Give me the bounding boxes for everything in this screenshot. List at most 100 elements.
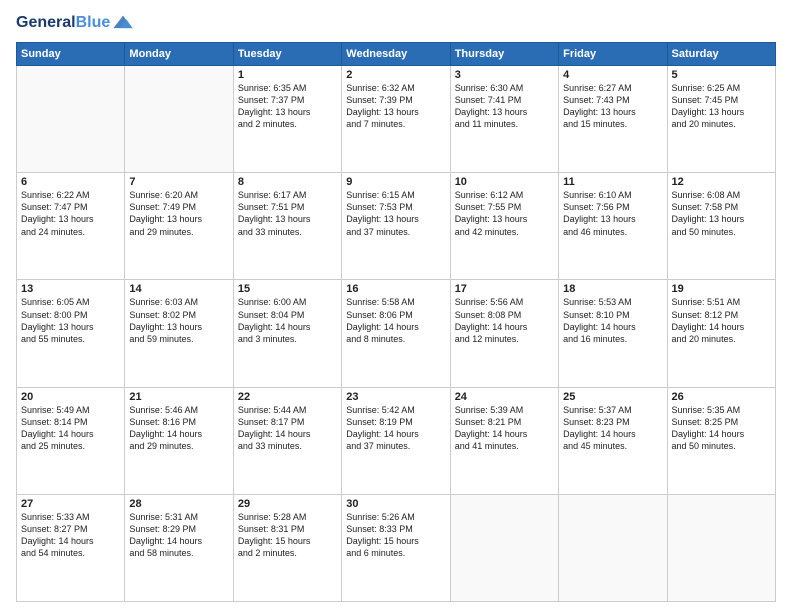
calendar-cell: 13Sunrise: 6:05 AM Sunset: 8:00 PM Dayli… xyxy=(17,280,125,387)
logo: GeneralBlue xyxy=(16,12,134,34)
day-number: 12 xyxy=(672,176,771,188)
calendar-cell: 25Sunrise: 5:37 AM Sunset: 8:23 PM Dayli… xyxy=(559,387,667,494)
day-number: 25 xyxy=(563,391,662,403)
calendar-week-row: 20Sunrise: 5:49 AM Sunset: 8:14 PM Dayli… xyxy=(17,387,776,494)
calendar-cell: 10Sunrise: 6:12 AM Sunset: 7:55 PM Dayli… xyxy=(450,173,558,280)
calendar-week-row: 6Sunrise: 6:22 AM Sunset: 7:47 PM Daylig… xyxy=(17,173,776,280)
calendar-cell: 4Sunrise: 6:27 AM Sunset: 7:43 PM Daylig… xyxy=(559,66,667,173)
calendar-cell xyxy=(450,494,558,601)
calendar-cell: 21Sunrise: 5:46 AM Sunset: 8:16 PM Dayli… xyxy=(125,387,233,494)
calendar-cell: 8Sunrise: 6:17 AM Sunset: 7:51 PM Daylig… xyxy=(233,173,341,280)
day-number: 2 xyxy=(346,69,445,81)
calendar-cell: 6Sunrise: 6:22 AM Sunset: 7:47 PM Daylig… xyxy=(17,173,125,280)
day-info: Sunrise: 6:30 AM Sunset: 7:41 PM Dayligh… xyxy=(455,82,554,131)
day-info: Sunrise: 6:25 AM Sunset: 7:45 PM Dayligh… xyxy=(672,82,771,131)
col-header-thursday: Thursday xyxy=(450,43,558,66)
day-number: 24 xyxy=(455,391,554,403)
calendar-cell xyxy=(559,494,667,601)
logo-text: GeneralBlue xyxy=(16,14,110,32)
calendar-cell: 30Sunrise: 5:26 AM Sunset: 8:33 PM Dayli… xyxy=(342,494,450,601)
day-number: 15 xyxy=(238,283,337,295)
calendar-cell: 22Sunrise: 5:44 AM Sunset: 8:17 PM Dayli… xyxy=(233,387,341,494)
day-info: Sunrise: 5:56 AM Sunset: 8:08 PM Dayligh… xyxy=(455,296,554,345)
calendar-cell: 19Sunrise: 5:51 AM Sunset: 8:12 PM Dayli… xyxy=(667,280,775,387)
col-header-saturday: Saturday xyxy=(667,43,775,66)
calendar-cell: 9Sunrise: 6:15 AM Sunset: 7:53 PM Daylig… xyxy=(342,173,450,280)
day-number: 28 xyxy=(129,498,228,510)
day-info: Sunrise: 5:26 AM Sunset: 8:33 PM Dayligh… xyxy=(346,511,445,560)
day-info: Sunrise: 6:35 AM Sunset: 7:37 PM Dayligh… xyxy=(238,82,337,131)
calendar-cell: 18Sunrise: 5:53 AM Sunset: 8:10 PM Dayli… xyxy=(559,280,667,387)
calendar-cell: 1Sunrise: 6:35 AM Sunset: 7:37 PM Daylig… xyxy=(233,66,341,173)
col-header-wednesday: Wednesday xyxy=(342,43,450,66)
day-info: Sunrise: 6:17 AM Sunset: 7:51 PM Dayligh… xyxy=(238,189,337,238)
calendar-week-row: 27Sunrise: 5:33 AM Sunset: 8:27 PM Dayli… xyxy=(17,494,776,601)
day-number: 27 xyxy=(21,498,120,510)
calendar-cell: 3Sunrise: 6:30 AM Sunset: 7:41 PM Daylig… xyxy=(450,66,558,173)
header: GeneralBlue xyxy=(16,12,776,34)
calendar-cell: 23Sunrise: 5:42 AM Sunset: 8:19 PM Dayli… xyxy=(342,387,450,494)
col-header-monday: Monday xyxy=(125,43,233,66)
day-info: Sunrise: 5:53 AM Sunset: 8:10 PM Dayligh… xyxy=(563,296,662,345)
day-info: Sunrise: 6:15 AM Sunset: 7:53 PM Dayligh… xyxy=(346,189,445,238)
day-number: 30 xyxy=(346,498,445,510)
day-info: Sunrise: 6:32 AM Sunset: 7:39 PM Dayligh… xyxy=(346,82,445,131)
day-number: 8 xyxy=(238,176,337,188)
day-info: Sunrise: 5:31 AM Sunset: 8:29 PM Dayligh… xyxy=(129,511,228,560)
calendar-cell: 16Sunrise: 5:58 AM Sunset: 8:06 PM Dayli… xyxy=(342,280,450,387)
calendar-cell: 11Sunrise: 6:10 AM Sunset: 7:56 PM Dayli… xyxy=(559,173,667,280)
calendar-cell: 5Sunrise: 6:25 AM Sunset: 7:45 PM Daylig… xyxy=(667,66,775,173)
day-number: 13 xyxy=(21,283,120,295)
day-info: Sunrise: 6:05 AM Sunset: 8:00 PM Dayligh… xyxy=(21,296,120,345)
calendar-cell: 14Sunrise: 6:03 AM Sunset: 8:02 PM Dayli… xyxy=(125,280,233,387)
day-info: Sunrise: 6:00 AM Sunset: 8:04 PM Dayligh… xyxy=(238,296,337,345)
calendar-cell xyxy=(17,66,125,173)
day-number: 26 xyxy=(672,391,771,403)
day-info: Sunrise: 5:35 AM Sunset: 8:25 PM Dayligh… xyxy=(672,404,771,453)
calendar-table: SundayMondayTuesdayWednesdayThursdayFrid… xyxy=(16,42,776,602)
day-info: Sunrise: 5:44 AM Sunset: 8:17 PM Dayligh… xyxy=(238,404,337,453)
col-header-tuesday: Tuesday xyxy=(233,43,341,66)
day-number: 17 xyxy=(455,283,554,295)
day-number: 11 xyxy=(563,176,662,188)
calendar-week-row: 13Sunrise: 6:05 AM Sunset: 8:00 PM Dayli… xyxy=(17,280,776,387)
day-number: 22 xyxy=(238,391,337,403)
day-info: Sunrise: 5:39 AM Sunset: 8:21 PM Dayligh… xyxy=(455,404,554,453)
day-info: Sunrise: 6:03 AM Sunset: 8:02 PM Dayligh… xyxy=(129,296,228,345)
calendar-header-row: SundayMondayTuesdayWednesdayThursdayFrid… xyxy=(17,43,776,66)
day-number: 10 xyxy=(455,176,554,188)
day-info: Sunrise: 5:46 AM Sunset: 8:16 PM Dayligh… xyxy=(129,404,228,453)
day-number: 29 xyxy=(238,498,337,510)
day-info: Sunrise: 6:20 AM Sunset: 7:49 PM Dayligh… xyxy=(129,189,228,238)
day-info: Sunrise: 5:58 AM Sunset: 8:06 PM Dayligh… xyxy=(346,296,445,345)
day-number: 23 xyxy=(346,391,445,403)
day-info: Sunrise: 6:08 AM Sunset: 7:58 PM Dayligh… xyxy=(672,189,771,238)
day-info: Sunrise: 6:12 AM Sunset: 7:55 PM Dayligh… xyxy=(455,189,554,238)
day-number: 16 xyxy=(346,283,445,295)
day-info: Sunrise: 5:33 AM Sunset: 8:27 PM Dayligh… xyxy=(21,511,120,560)
day-number: 20 xyxy=(21,391,120,403)
col-header-friday: Friday xyxy=(559,43,667,66)
day-number: 5 xyxy=(672,69,771,81)
calendar-cell: 17Sunrise: 5:56 AM Sunset: 8:08 PM Dayli… xyxy=(450,280,558,387)
day-info: Sunrise: 5:49 AM Sunset: 8:14 PM Dayligh… xyxy=(21,404,120,453)
day-info: Sunrise: 5:37 AM Sunset: 8:23 PM Dayligh… xyxy=(563,404,662,453)
day-info: Sunrise: 5:51 AM Sunset: 8:12 PM Dayligh… xyxy=(672,296,771,345)
col-header-sunday: Sunday xyxy=(17,43,125,66)
day-number: 18 xyxy=(563,283,662,295)
day-info: Sunrise: 5:28 AM Sunset: 8:31 PM Dayligh… xyxy=(238,511,337,560)
calendar-cell: 24Sunrise: 5:39 AM Sunset: 8:21 PM Dayli… xyxy=(450,387,558,494)
calendar-cell: 28Sunrise: 5:31 AM Sunset: 8:29 PM Dayli… xyxy=(125,494,233,601)
day-number: 14 xyxy=(129,283,228,295)
day-info: Sunrise: 6:10 AM Sunset: 7:56 PM Dayligh… xyxy=(563,189,662,238)
day-number: 6 xyxy=(21,176,120,188)
calendar-cell: 2Sunrise: 6:32 AM Sunset: 7:39 PM Daylig… xyxy=(342,66,450,173)
day-number: 19 xyxy=(672,283,771,295)
day-info: Sunrise: 6:27 AM Sunset: 7:43 PM Dayligh… xyxy=(563,82,662,131)
calendar-cell: 26Sunrise: 5:35 AM Sunset: 8:25 PM Dayli… xyxy=(667,387,775,494)
day-number: 7 xyxy=(129,176,228,188)
day-number: 3 xyxy=(455,69,554,81)
day-number: 4 xyxy=(563,69,662,81)
day-info: Sunrise: 5:42 AM Sunset: 8:19 PM Dayligh… xyxy=(346,404,445,453)
day-number: 21 xyxy=(129,391,228,403)
